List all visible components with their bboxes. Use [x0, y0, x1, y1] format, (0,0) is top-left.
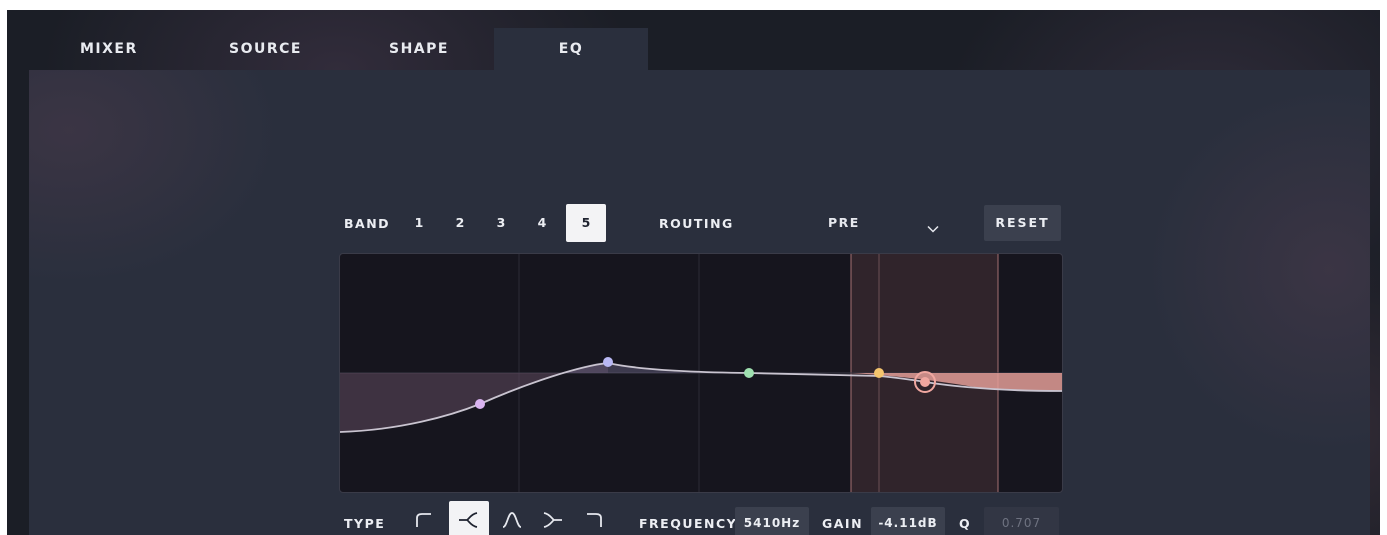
q-label: Q [959, 516, 972, 531]
type-label: TYPE [344, 516, 386, 531]
band-label: BAND [344, 216, 391, 231]
band-2-button[interactable]: 2 [440, 204, 480, 242]
routing-value: PRE [828, 215, 860, 230]
reset-button[interactable]: RESET [984, 205, 1061, 241]
eq-panel: BAND 1 2 3 4 5 ROUTING PRE RESET TYPE FR… [29, 70, 1370, 535]
high-shelf-button[interactable] [532, 501, 572, 535]
high-cut-icon [584, 512, 604, 532]
tab-source[interactable]: SOURCE [229, 28, 302, 70]
tab-mixer[interactable]: MIXER [80, 28, 138, 70]
tab-eq[interactable]: EQ [494, 28, 648, 70]
band-3-button[interactable]: 3 [481, 204, 521, 242]
gain-input[interactable]: -4.11dB [871, 507, 945, 535]
eq-curve-canvas [340, 254, 1062, 492]
bell-icon [501, 511, 523, 533]
tab-shape[interactable]: SHAPE [389, 28, 449, 70]
q-input[interactable]: 0.707 [984, 507, 1059, 535]
gain-label: GAIN [822, 516, 864, 531]
low-cut-icon [414, 512, 434, 532]
frequency-input[interactable]: 5410Hz [735, 507, 809, 535]
routing-dropdown[interactable]: PRE [801, 204, 961, 242]
bell-button[interactable] [492, 501, 532, 535]
low-cut-button[interactable] [404, 501, 444, 535]
eq-app: MIXER SOURCE SHAPE EQ BAND 1 2 3 4 5 ROU… [7, 10, 1380, 535]
chevron-down-icon [927, 218, 939, 237]
band-5-button[interactable]: 5 [566, 204, 606, 242]
frequency-label: FREQUENCY [639, 516, 738, 531]
band-2-handle[interactable] [603, 357, 613, 367]
routing-label: ROUTING [659, 216, 734, 231]
tab-bar: MIXER SOURCE SHAPE EQ [7, 28, 1380, 70]
high-shelf-icon [540, 511, 564, 533]
high-cut-button[interactable] [574, 501, 614, 535]
eq-graph[interactable] [339, 253, 1063, 493]
low-shelf-button[interactable] [449, 501, 489, 535]
band-5-handle[interactable] [920, 377, 930, 387]
band-3-handle[interactable] [744, 368, 754, 378]
low-shelf-icon [457, 511, 481, 533]
band-1-handle[interactable] [475, 399, 485, 409]
band-1-button[interactable]: 1 [399, 204, 439, 242]
band-4-button[interactable]: 4 [522, 204, 562, 242]
band-4-handle[interactable] [874, 368, 884, 378]
